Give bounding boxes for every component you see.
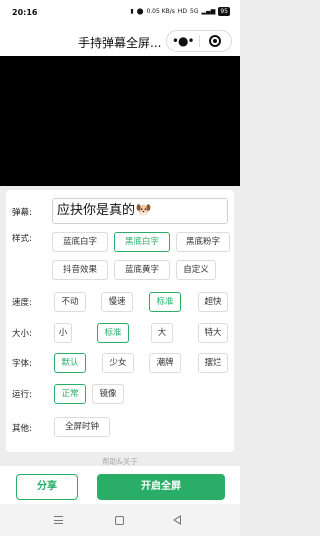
style-option-black-white[interactable]: 黑底白字 [114,232,170,252]
share-button[interactable]: 分享 [16,474,78,500]
fullscreen-clock-button[interactable]: 全屏时钟 [54,417,110,437]
home-icon[interactable] [115,516,124,525]
page-title: 手持弹幕全屏... [78,36,162,50]
location-icon: ⬤ [136,8,144,15]
start-fullscreen-button[interactable]: 开启全屏 [97,474,225,500]
speed-label: 速度: [12,298,32,308]
font-option-default[interactable]: 默认 [54,353,86,373]
status-bar: 20:16 ▮ ⬤ 0.05 KB/s HD 5G ▂▄▆ 95 [0,0,240,26]
style-option-douyin[interactable]: 抖音效果 [52,260,108,280]
bottom-action-bar: 分享 开启全屏 [0,466,240,504]
status-icons: ▮ ⬤ 0.05 KB/s HD 5G ▂▄▆ 95 [130,7,230,16]
style-option-custom[interactable]: 自定义 [176,260,216,280]
font-option-girl[interactable]: 少女 [102,353,134,373]
signal-label: 5G [190,8,199,15]
menu-icon[interactable] [54,516,63,524]
status-time: 20:16 [12,8,38,17]
style-option-black-pink[interactable]: 黑底粉字 [176,232,230,252]
speed-option-still[interactable]: 不动 [54,292,86,312]
dog-face-icon [136,201,151,216]
danmu-input[interactable]: 应抉你是真的 [52,198,228,224]
size-option-standard[interactable]: 标准 [97,323,129,343]
speed-option-fast[interactable]: 超快 [198,292,228,312]
ellipsis-icon[interactable]: •●• [167,31,199,51]
speed-option-slow[interactable]: 慢速 [101,292,133,312]
network-type: HD [177,8,188,15]
style-option-blue-yellow[interactable]: 蓝底黄字 [114,260,170,280]
style-option-blue-white[interactable]: 蓝底白字 [52,232,108,252]
size-option-xlarge[interactable]: 特大 [198,323,228,343]
danmu-label: 弹幕: [12,208,32,218]
battery-icon: 95 [218,7,230,16]
style-label: 样式: [12,234,32,244]
settings-panel: 弹幕: 应抉你是真的 样式: 蓝底白字 黑底白字 黑底粉字 抖音效果 蓝底黄字 … [6,190,234,452]
network-speed: 0.05 KB/s [146,8,175,15]
other-label: 其他: [12,424,32,434]
font-option-trendy[interactable]: 潮牌 [149,353,181,373]
danmu-preview [0,56,240,186]
speed-option-standard[interactable]: 标准 [149,292,181,312]
vibrate-icon: ▮ [130,8,134,15]
mini-program-capsule: •●• [166,30,232,52]
back-icon[interactable] [173,515,181,525]
run-option-mirror[interactable]: 镜像 [92,384,124,404]
font-label: 字体: [12,359,32,369]
font-option-lazy[interactable]: 摆烂 [198,353,228,373]
signal-icon: ▂▄▆ [201,8,216,15]
target-close-icon [209,35,222,47]
run-label: 运行: [12,390,32,400]
close-button[interactable] [200,35,232,47]
size-option-small[interactable]: 小 [54,323,72,343]
system-nav-bar [0,504,240,536]
run-option-normal[interactable]: 正常 [54,384,86,404]
title-bar: 手持弹幕全屏... •●• [0,26,240,56]
size-option-large[interactable]: 大 [151,323,173,343]
danmu-text: 应抉你是真的 [57,203,136,218]
size-label: 大小: [12,329,32,339]
